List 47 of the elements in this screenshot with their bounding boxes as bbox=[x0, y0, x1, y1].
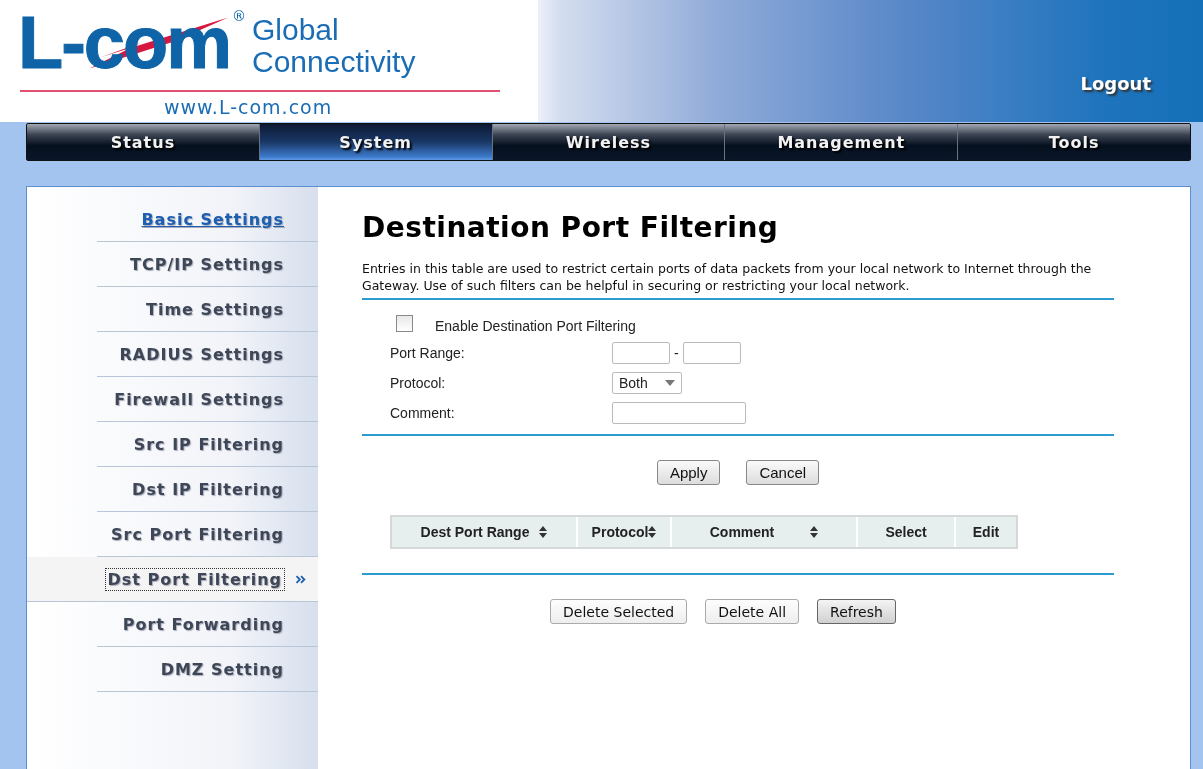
logo-tagline: Global bbox=[252, 14, 340, 46]
table-button[interactable]: Delete All bbox=[705, 599, 800, 624]
table-button[interactable]: Refresh bbox=[817, 599, 896, 624]
form-button[interactable]: Apply bbox=[656, 460, 721, 485]
column-header[interactable]: Dest Port Range bbox=[392, 517, 576, 547]
column-header[interactable]: Edit bbox=[954, 517, 1016, 547]
field-label: Port Range: bbox=[390, 345, 466, 361]
port-end-field[interactable] bbox=[682, 342, 741, 364]
nav-tab[interactable]: Status bbox=[27, 124, 259, 160]
field-label: Comment: bbox=[390, 405, 456, 421]
caret-icon bbox=[665, 380, 675, 386]
column-header[interactable]: Select bbox=[856, 517, 954, 547]
description-text: Entries in this table are used to restrict certain ports of data packets from your local network to Internet through the Gateway. Use of such filters can be helpful in securing or restricting your local network. bbox=[362, 260, 1093, 294]
sidebar-item[interactable]: DMZ Setting bbox=[160, 659, 284, 679]
port-start-field[interactable] bbox=[612, 342, 670, 364]
registered-mark: ® bbox=[232, 8, 246, 24]
comment-field[interactable] bbox=[612, 402, 746, 424]
range-separator: - bbox=[674, 345, 679, 361]
nav-tab[interactable]: System bbox=[258, 124, 492, 160]
sidebar-item[interactable]: Src IP Filtering bbox=[133, 434, 284, 454]
protocol-dropdown[interactable]: Both bbox=[612, 372, 682, 394]
sidebar-item[interactable]: Basic Settings bbox=[141, 209, 284, 229]
nav-tab[interactable]: Tools bbox=[957, 124, 1190, 160]
sort-icon bbox=[648, 526, 657, 538]
field-label: Protocol: bbox=[390, 375, 447, 391]
sidebar-item[interactable]: Firewall Settings bbox=[114, 389, 284, 409]
sort-icon bbox=[810, 526, 819, 538]
checkbox-label: Enable Destination Port Filtering bbox=[435, 318, 636, 334]
column-header[interactable]: Protocol bbox=[576, 517, 670, 547]
sidebar-item[interactable]: Time Settings bbox=[146, 299, 284, 319]
double-chevron-icon bbox=[295, 574, 307, 584]
website-url: www.L-com.com bbox=[164, 96, 334, 118]
sidebar-item[interactable]: RADIUS Settings bbox=[119, 344, 284, 364]
sidebar-item[interactable]: Dst IP Filtering bbox=[132, 479, 284, 499]
form-button[interactable]: Cancel bbox=[746, 460, 820, 485]
sidebar-item[interactable]: Src Port Filtering bbox=[111, 524, 284, 544]
column-header[interactable]: Comment bbox=[670, 517, 856, 547]
sidebar-item[interactable]: TCP/IP Settings bbox=[130, 254, 284, 274]
checkbox[interactable] bbox=[396, 314, 413, 332]
nav-tab[interactable]: Wireless bbox=[491, 124, 725, 160]
page-title: Destination Port Filtering bbox=[362, 211, 780, 244]
logout-link[interactable]: Logout bbox=[1080, 73, 1151, 94]
table-button[interactable]: Delete Selected bbox=[550, 599, 688, 624]
logo-tagline: Connectivity bbox=[252, 46, 416, 78]
sidebar-item[interactable]: Port Forwarding bbox=[122, 614, 284, 634]
nav-tab[interactable]: Management bbox=[724, 124, 958, 160]
sort-icon bbox=[539, 526, 548, 538]
